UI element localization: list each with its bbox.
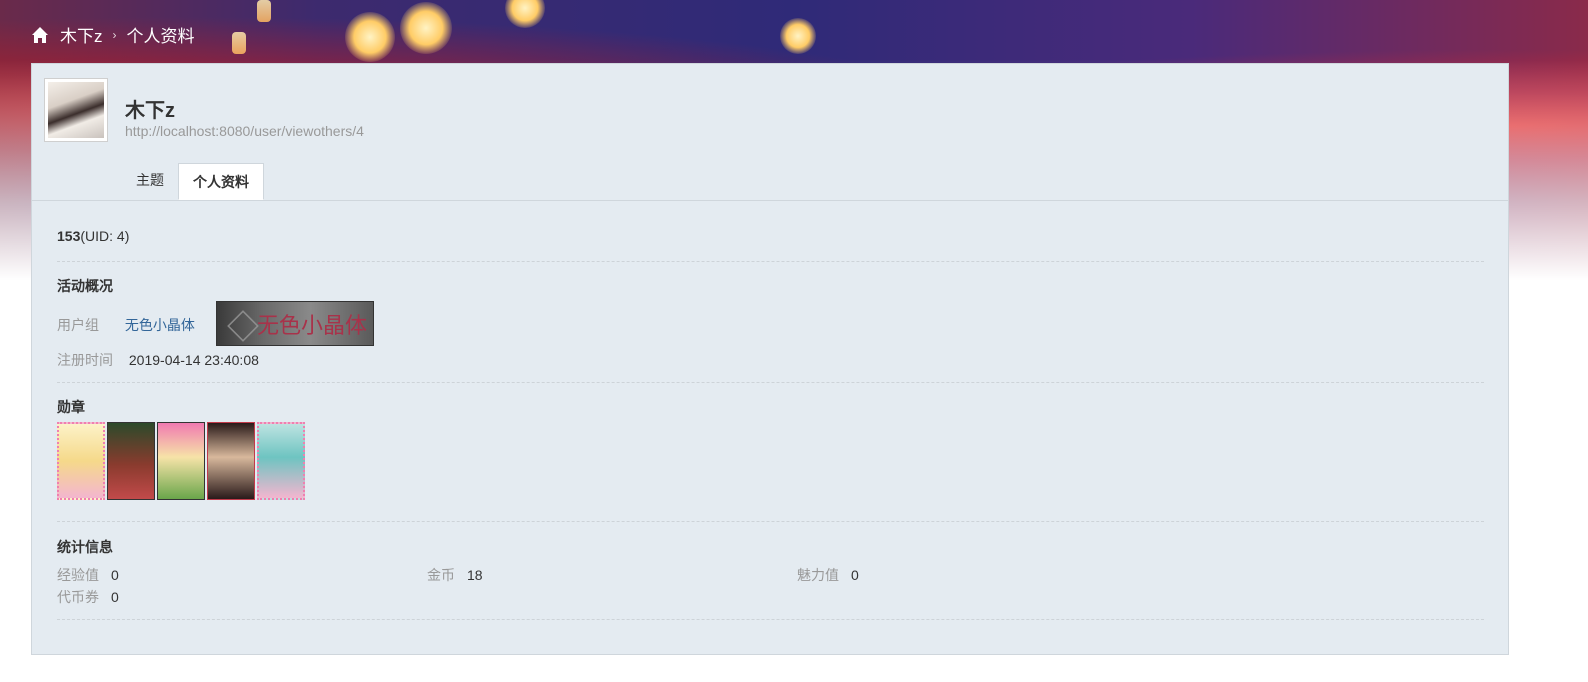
lantern-decoration — [780, 18, 816, 54]
stat-label: 经验值 — [57, 567, 99, 583]
stat-label: 金币 — [427, 567, 455, 583]
user-group-link[interactable]: 无色小晶体 — [125, 317, 195, 333]
medal-item[interactable] — [107, 422, 155, 500]
medal-list — [57, 422, 305, 500]
medal-item[interactable] — [157, 422, 205, 500]
register-time-row: 注册时间 2019-04-14 23:40:08 — [57, 350, 259, 370]
user-number: 153 — [57, 228, 81, 244]
cube-icon — [227, 310, 259, 342]
stat-charm: 魅力值 0 — [797, 565, 859, 585]
breadcrumb-user-link[interactable]: 木下z — [60, 22, 103, 47]
profile-url: http://localhost:8080/user/viewothers/4 — [125, 123, 364, 139]
register-time-value: 2019-04-14 23:40:08 — [128, 352, 259, 368]
stat-vouchers: 代币券 0 — [57, 587, 119, 607]
uid-line: 153(UID: 4) — [57, 228, 129, 244]
lamp-decoration — [232, 32, 246, 54]
stat-value: 0 — [111, 589, 119, 605]
tab-threads[interactable]: 主题 — [122, 162, 178, 199]
divider — [57, 521, 1484, 522]
stats-title: 统计信息 — [57, 539, 113, 555]
medal-item[interactable] — [257, 422, 305, 500]
stat-value: 0 — [111, 567, 119, 583]
stat-label: 魅力值 — [797, 567, 839, 583]
profile-content: 153(UID: 4) 活动概况 用户组 无色小晶体 无色小晶体 注册时间 20… — [32, 200, 1508, 654]
stat-value: 18 — [467, 567, 483, 583]
profile-panel: 木下z http://localhost:8080/user/viewother… — [31, 63, 1509, 655]
user-group-row: 用户组 无色小晶体 — [57, 315, 195, 335]
breadcrumb-separator: › — [112, 27, 117, 42]
user-group-label: 用户组 — [57, 317, 99, 333]
profile-name: 木下z — [125, 100, 175, 122]
lamp-decoration — [257, 0, 271, 22]
breadcrumb-current: 个人资料 — [126, 27, 195, 46]
avatar[interactable] — [44, 78, 108, 142]
medals-title: 勋章 — [57, 399, 85, 415]
breadcrumb: 木下z › 个人资料 — [30, 22, 195, 47]
medal-item[interactable] — [57, 422, 105, 500]
lantern-decoration — [400, 2, 452, 54]
tab-profile[interactable]: 个人资料 — [178, 163, 264, 200]
profile-tabs: 主题 个人资料 — [122, 162, 264, 200]
stat-label: 代币券 — [57, 589, 99, 605]
activity-title: 活动概况 — [57, 278, 113, 294]
user-uid: (UID: 4) — [80, 228, 130, 244]
register-time-label: 注册时间 — [57, 352, 113, 368]
avatar-image — [48, 82, 104, 138]
home-icon[interactable] — [30, 25, 50, 45]
divider — [57, 261, 1484, 262]
stat-exp: 经验值 0 — [57, 565, 119, 585]
stat-coins: 金币 18 — [427, 565, 483, 585]
divider — [57, 619, 1484, 620]
lantern-decoration — [345, 12, 395, 62]
stat-value: 0 — [851, 567, 859, 583]
divider — [57, 382, 1484, 383]
medal-item[interactable] — [207, 422, 255, 500]
user-group-badge: 无色小晶体 — [216, 301, 374, 346]
user-group-badge-text: 无色小晶体 — [256, 312, 367, 338]
